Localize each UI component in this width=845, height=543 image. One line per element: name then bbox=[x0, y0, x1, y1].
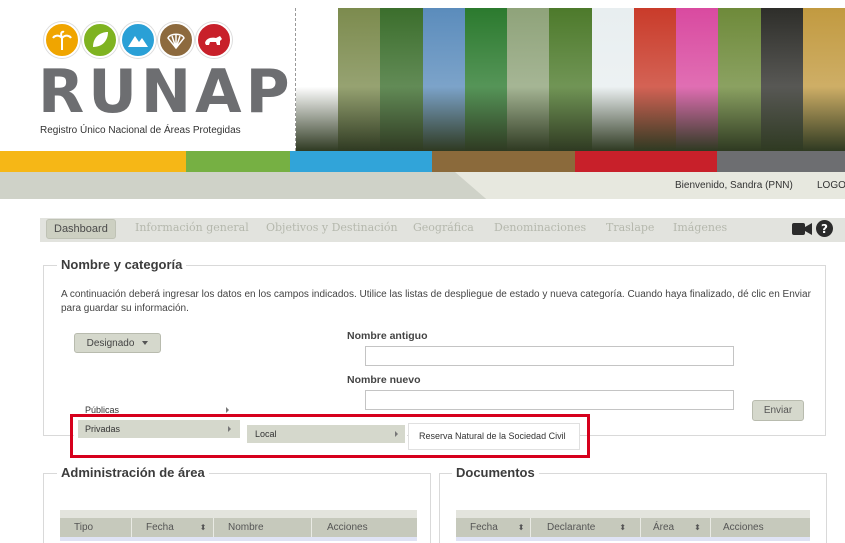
administracion-area-title: Administración de área bbox=[57, 465, 209, 480]
admin-table-toolbar bbox=[60, 510, 417, 518]
help-icon[interactable]: ? bbox=[816, 220, 833, 241]
leaf-icon bbox=[82, 22, 118, 58]
banner-photo-strip bbox=[464, 8, 508, 151]
docs-table-body bbox=[456, 537, 810, 541]
logout-link[interactable]: LOGOU bbox=[817, 180, 845, 191]
shell-icon bbox=[158, 22, 194, 58]
instructions-text: A continuación deberá ingresar los datos… bbox=[61, 289, 811, 314]
chevron-right-icon bbox=[226, 407, 229, 413]
docs-table-header: Fecha ⬍ Declarante ⬍ Área ⬍ Acciones bbox=[456, 518, 810, 537]
color-bar-segment bbox=[575, 151, 717, 172]
banner-photo-strip bbox=[549, 8, 592, 151]
animal-icon bbox=[196, 22, 232, 58]
svg-text:?: ? bbox=[821, 222, 828, 236]
color-bar-segment bbox=[432, 151, 575, 172]
header-banner-image bbox=[295, 8, 845, 151]
color-bar-segment bbox=[186, 151, 290, 172]
banner-photo-strip bbox=[633, 8, 677, 151]
sort-icon[interactable]: ⬍ bbox=[619, 523, 626, 532]
tab-traslape[interactable]: Traslape bbox=[606, 221, 654, 234]
column-header-acciones[interactable]: Acciones bbox=[312, 518, 417, 537]
tab-geografica[interactable]: Geográfica bbox=[413, 221, 474, 234]
color-bar-segment bbox=[0, 151, 186, 172]
banner-photo-strip bbox=[507, 8, 550, 151]
banner-photo-strip bbox=[760, 8, 803, 151]
color-bar-segment bbox=[717, 151, 845, 172]
welcome-message: Bienvenido, Sandra (PNN) bbox=[675, 180, 793, 191]
admin-table-header: Tipo Fecha ⬍ Nombre Acciones bbox=[60, 518, 417, 537]
mountain-icon bbox=[120, 22, 156, 58]
documentos-title: Documentos bbox=[452, 465, 539, 480]
banner-photo-strip bbox=[591, 8, 634, 151]
tab-informacion-general[interactable]: Información general bbox=[135, 221, 249, 234]
tab-objetivos-destinacion[interactable]: Objetivos y Destinación bbox=[266, 221, 398, 234]
column-header-acciones[interactable]: Acciones bbox=[711, 518, 810, 537]
sort-icon[interactable]: ⬍ bbox=[518, 523, 525, 532]
column-header-tipo[interactable]: Tipo bbox=[60, 518, 132, 537]
color-bar-segment bbox=[290, 151, 432, 172]
logo-wordmark: RUNAP bbox=[38, 57, 294, 127]
banner-photo-strip bbox=[422, 8, 465, 151]
palm-tree-icon bbox=[44, 22, 80, 58]
nombre-categoria-title: Nombre y categoría bbox=[57, 257, 187, 272]
sort-icon[interactable]: ⬍ bbox=[200, 523, 207, 532]
banner-photo-strip bbox=[296, 8, 339, 151]
tab-imagenes[interactable]: Imágenes bbox=[673, 221, 727, 234]
nombre-antiguo-input[interactable] bbox=[365, 346, 734, 366]
banner-photo-strip bbox=[338, 8, 381, 151]
runap-logo[interactable]: RUNAP Registro Único Nacional de Áreas P… bbox=[30, 14, 290, 136]
video-camera-icon[interactable] bbox=[792, 221, 812, 240]
nombre-nuevo-label: Nombre nuevo bbox=[347, 374, 421, 386]
banner-photo-strip bbox=[380, 8, 423, 151]
banner-photo-strip bbox=[802, 8, 845, 151]
sort-icon[interactable]: ⬍ bbox=[694, 523, 701, 532]
nav-icons: ? bbox=[792, 220, 833, 241]
banner-photo-strip bbox=[718, 8, 761, 151]
column-header-fecha[interactable]: Fecha ⬍ bbox=[132, 518, 214, 537]
banner-photo-strip bbox=[676, 8, 719, 151]
logo-icons bbox=[44, 22, 232, 58]
column-header-area[interactable]: Área ⬍ bbox=[641, 518, 711, 537]
designado-dropdown-button[interactable]: Designado bbox=[74, 333, 161, 353]
brand-color-bar bbox=[0, 151, 845, 172]
enviar-button[interactable]: Enviar bbox=[752, 400, 804, 421]
admin-table-body bbox=[60, 537, 417, 541]
column-header-nombre[interactable]: Nombre bbox=[214, 518, 312, 537]
logo-subtitle: Registro Único Nacional de Áreas Protegi… bbox=[40, 125, 241, 136]
column-header-declarante[interactable]: Declarante ⬍ bbox=[531, 518, 641, 537]
tab-dashboard[interactable]: Dashboard bbox=[46, 219, 116, 239]
designado-label: Designado bbox=[86, 337, 135, 349]
chevron-down-icon bbox=[142, 341, 149, 345]
column-header-fecha[interactable]: Fecha ⬍ bbox=[456, 518, 531, 537]
docs-table-toolbar bbox=[456, 510, 810, 518]
nombre-nuevo-input[interactable] bbox=[365, 390, 734, 410]
nombre-antiguo-label: Nombre antiguo bbox=[347, 330, 428, 342]
tab-denominaciones[interactable]: Denominaciones bbox=[494, 221, 586, 234]
highlight-annotation-box bbox=[70, 414, 590, 458]
